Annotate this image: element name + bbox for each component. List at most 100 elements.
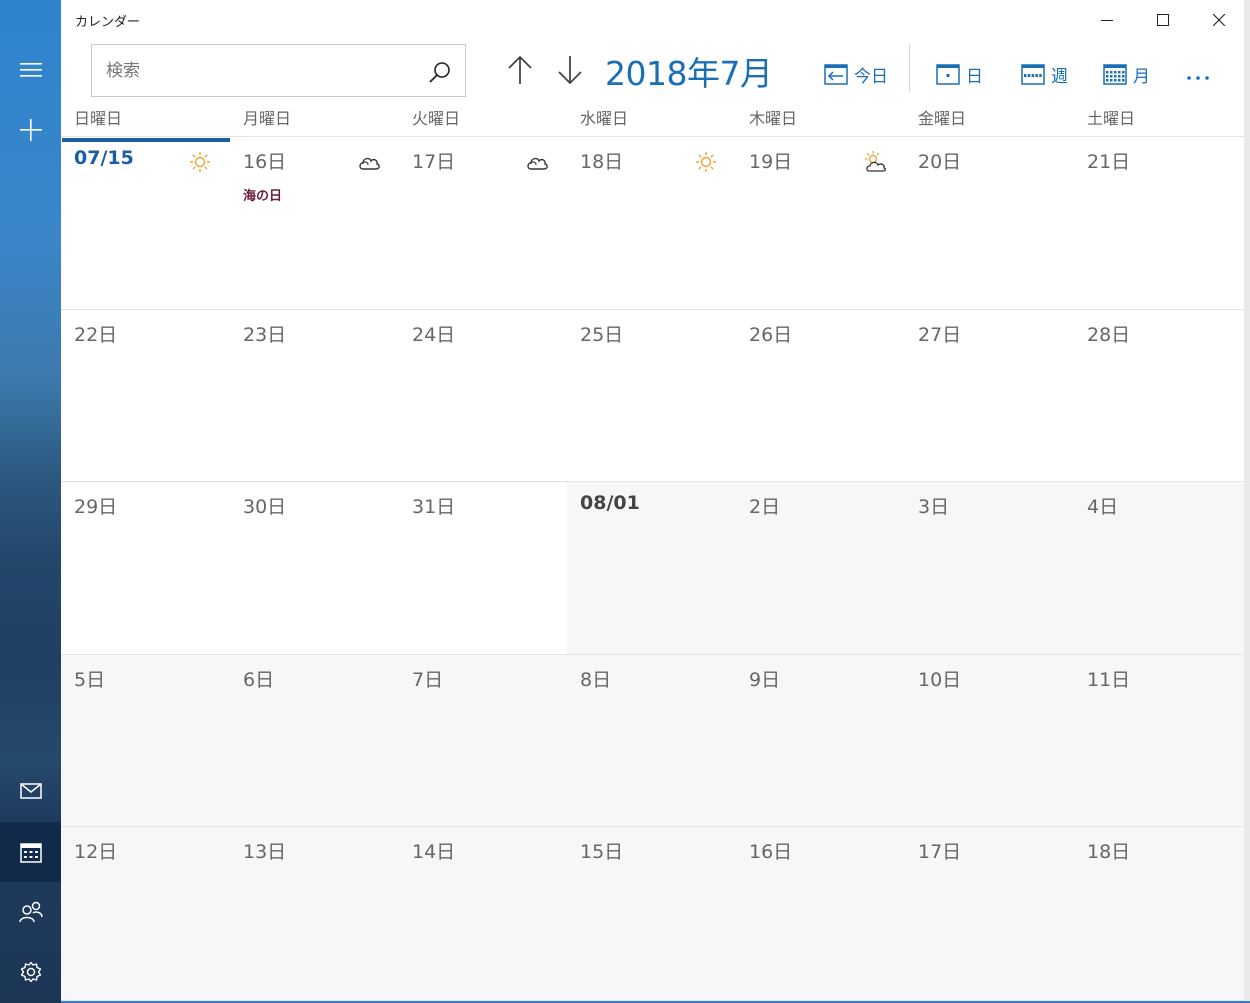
more-icon xyxy=(1187,76,1209,80)
holiday-label[interactable]: 海の日 xyxy=(243,185,282,204)
day-cell[interactable]: 08/01 xyxy=(567,482,736,655)
day-number: 5日 xyxy=(74,669,106,691)
day-number: 24日 xyxy=(412,324,456,346)
day-cell[interactable]: 20日 xyxy=(905,137,1074,310)
search-box xyxy=(91,44,466,97)
weather-indicator xyxy=(357,150,381,174)
previous-month-button[interactable] xyxy=(502,52,538,88)
close-button[interactable] xyxy=(1191,0,1247,40)
toolbar-divider xyxy=(909,44,910,92)
day-number: 2日 xyxy=(749,496,781,518)
close-icon xyxy=(1213,14,1225,26)
day-cell[interactable]: 3日 xyxy=(905,482,1074,655)
plus-icon xyxy=(19,119,42,141)
weather-indicator xyxy=(525,150,549,174)
day-number: 30日 xyxy=(243,496,287,518)
day-number: 9日 xyxy=(749,669,781,691)
day-cell[interactable]: 4日 xyxy=(1074,482,1244,655)
search-button[interactable] xyxy=(425,57,455,87)
menu-button[interactable] xyxy=(0,40,61,100)
people-icon xyxy=(18,901,43,923)
day-cell[interactable]: 24日 xyxy=(399,310,567,482)
day-cell[interactable]: 18日 xyxy=(1074,827,1244,1001)
day-number: 16日 xyxy=(243,151,287,173)
minimize-button[interactable] xyxy=(1079,0,1135,40)
day-number: 12日 xyxy=(74,841,118,863)
weekday-label: 月曜日 xyxy=(243,109,292,128)
new-event-button[interactable] xyxy=(0,100,61,160)
hamburger-icon xyxy=(19,63,42,77)
weather-indicator xyxy=(694,150,718,174)
day-cell[interactable]: 11日 xyxy=(1074,655,1244,827)
day-number: 22日 xyxy=(74,324,118,346)
month-view-icon xyxy=(1103,64,1127,85)
day-cell[interactable]: 12日 xyxy=(61,827,230,1001)
day-cell[interactable]: 8日 xyxy=(567,655,736,827)
more-button[interactable] xyxy=(1186,58,1210,90)
day-number: 15日 xyxy=(580,841,624,863)
day-cell[interactable]: 23日 xyxy=(230,310,399,482)
title-bar: カレンダー xyxy=(61,0,1244,40)
sun-icon xyxy=(190,152,210,172)
day-cell[interactable]: 16日海の日 xyxy=(230,137,399,310)
day-cell[interactable]: 9日 xyxy=(736,655,905,827)
day-cell[interactable]: 7日 xyxy=(399,655,567,827)
day-number: 10日 xyxy=(918,669,962,691)
day-cell[interactable]: 26日 xyxy=(736,310,905,482)
partly-cloudy-icon xyxy=(865,151,887,172)
day-cell[interactable]: 2日 xyxy=(736,482,905,655)
day-cell[interactable]: 15日 xyxy=(567,827,736,1001)
calendar-button[interactable] xyxy=(0,822,61,882)
day-number: 23日 xyxy=(243,324,287,346)
day-view-icon xyxy=(936,64,960,85)
day-number: 3日 xyxy=(918,496,950,518)
day-cell[interactable]: 31日 xyxy=(399,482,567,655)
day-cell[interactable]: 07/15 xyxy=(61,137,230,310)
day-cell[interactable]: 10日 xyxy=(905,655,1074,827)
day-cell[interactable]: 5日 xyxy=(61,655,230,827)
day-cell[interactable]: 22日 xyxy=(61,310,230,482)
day-cell[interactable]: 17日 xyxy=(399,137,567,310)
day-cell[interactable]: 16日 xyxy=(736,827,905,1001)
day-cell[interactable]: 29日 xyxy=(61,482,230,655)
day-cell[interactable]: 13日 xyxy=(230,827,399,1001)
weekday-label: 土曜日 xyxy=(1087,109,1136,128)
window-edge xyxy=(1244,0,1250,1003)
today-icon xyxy=(824,64,848,85)
settings-button[interactable] xyxy=(0,942,61,1002)
cloud-icon xyxy=(527,157,548,170)
day-view-label: 日 xyxy=(966,66,983,87)
day-cell[interactable]: 17日 xyxy=(905,827,1074,1001)
search-icon xyxy=(429,62,450,83)
next-month-button[interactable] xyxy=(552,52,588,88)
weekday-label: 日曜日 xyxy=(74,109,123,128)
day-cell[interactable]: 18日 xyxy=(567,137,736,310)
day-number: 31日 xyxy=(412,496,456,518)
day-cell[interactable]: 30日 xyxy=(230,482,399,655)
day-cell[interactable]: 6日 xyxy=(230,655,399,827)
month-title[interactable]: 2018年7月 xyxy=(605,47,773,95)
weekday-label: 水曜日 xyxy=(580,109,629,128)
day-cell[interactable]: 25日 xyxy=(567,310,736,482)
day-cell[interactable]: 19日 xyxy=(736,137,905,310)
week-view-button[interactable]: 週 xyxy=(1021,58,1068,90)
day-cell[interactable]: 28日 xyxy=(1074,310,1244,482)
day-number: 17日 xyxy=(412,151,456,173)
search-input[interactable] xyxy=(106,59,406,83)
weather-indicator xyxy=(188,150,212,174)
today-button[interactable]: 今日 xyxy=(824,58,888,90)
day-cell[interactable]: 21日 xyxy=(1074,137,1244,310)
mail-button[interactable] xyxy=(0,761,61,821)
day-view-button[interactable]: 日 xyxy=(936,58,983,90)
day-cell[interactable]: 14日 xyxy=(399,827,567,1001)
weekday-label: 金曜日 xyxy=(918,109,967,128)
day-number: 16日 xyxy=(749,841,793,863)
week-view-label: 週 xyxy=(1051,66,1068,87)
month-view-button[interactable]: 月 xyxy=(1103,58,1150,90)
day-number: 21日 xyxy=(1087,151,1131,173)
people-button[interactable] xyxy=(0,882,61,942)
maximize-button[interactable] xyxy=(1135,0,1191,40)
day-cell[interactable]: 27日 xyxy=(905,310,1074,482)
day-number: 17日 xyxy=(918,841,962,863)
mail-icon xyxy=(19,783,42,799)
